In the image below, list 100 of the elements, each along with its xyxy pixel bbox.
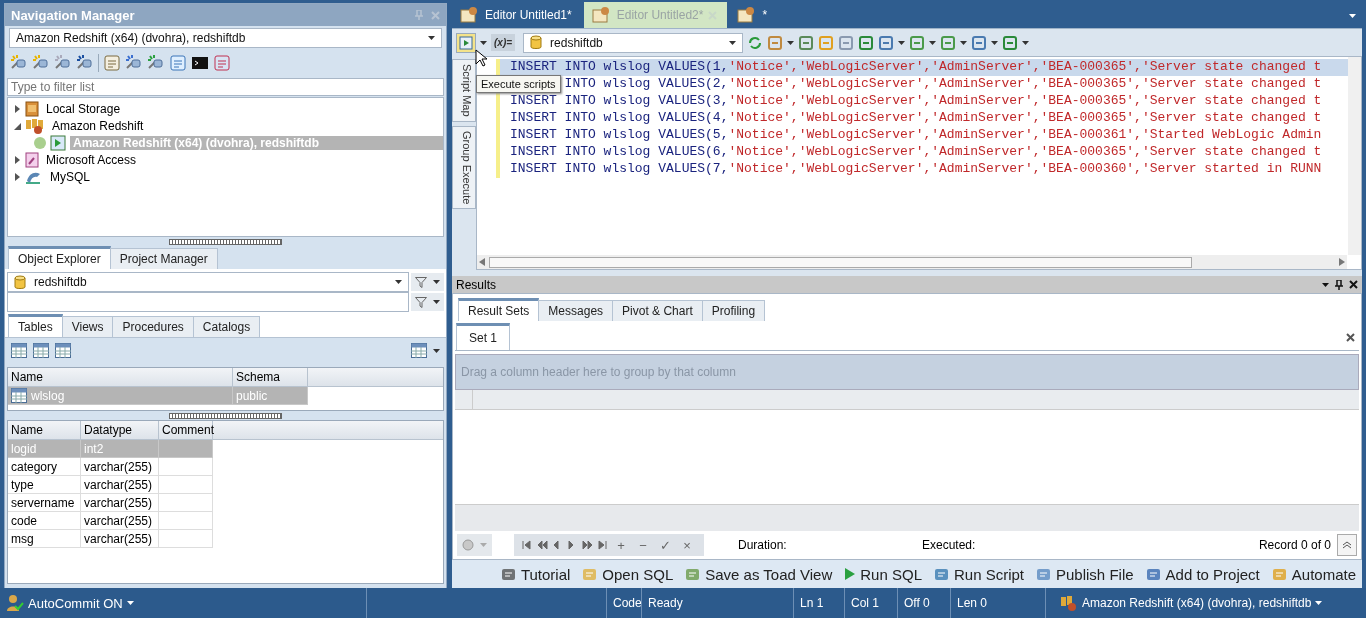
toolbar-button[interactable]: Add to Project [1145,565,1260,583]
grid-view-icon[interactable] [411,343,427,358]
connection-dropdown[interactable]: Amazon Redshift (x64) (dvohra), redshiftdb [9,28,442,48]
scrollbar-thumb[interactable] [489,256,1192,268]
column-header[interactable]: Schema [233,368,308,386]
table-cell: varchar(255) [84,530,153,547]
tab[interactable]: Set 1 [456,323,511,350]
tab[interactable]: Tables [8,314,63,337]
database-dropdown[interactable]: redshiftdb [523,32,744,53]
caret-icon [395,280,402,284]
table-cell: varchar(255) [84,458,153,475]
close-icon[interactable] [1349,280,1358,289]
collapse-icon[interactable] [14,121,21,130]
scroll-left-icon[interactable] [479,258,485,266]
table-cell: public [236,387,268,404]
grid-edit-button[interactable]: ✓ [656,537,674,553]
toolbar-button[interactable]: Publish File [1036,565,1134,583]
first-icon[interactable] [522,540,533,550]
splitter-handle[interactable] [169,238,282,245]
caret-icon [433,280,440,284]
grid-edit-button[interactable]: − [634,537,652,553]
expand-icon[interactable] [14,155,21,164]
next-page-icon[interactable] [582,540,593,550]
toolbar-button[interactable]: Open SQL [582,565,674,583]
table-row[interactable]: code varchar(255) [8,512,213,530]
server-group-icon [25,117,45,134]
previous-page-icon[interactable] [537,540,548,550]
caret-icon [929,40,937,45]
grid-edit-button[interactable]: × [678,537,696,553]
drop-table-icon[interactable] [55,343,71,358]
editor-tab[interactable]: Editor Untitled1* [452,2,582,28]
toolbar-button[interactable]: Run Script [934,565,1024,583]
column-header[interactable]: Name [8,368,233,386]
tooltip: Execute scripts [476,75,561,93]
table-cell: code [11,512,38,529]
close-icon[interactable] [1346,333,1355,342]
tab[interactable]: Result Sets [458,298,540,321]
new-table-icon[interactable] [11,343,27,358]
object-filter-field[interactable] [7,292,409,312]
properties-icon[interactable] [103,54,121,72]
tab[interactable]: Pivot & Chart [612,300,703,321]
column-header[interactable]: Comment [159,421,213,439]
tab[interactable]: Views [61,316,114,337]
filter-icon[interactable] [415,296,427,308]
tab[interactable]: Project Manager [109,248,218,269]
scroll-right-icon[interactable] [1339,258,1345,266]
record-count: Record 0 of 0 [1258,538,1331,552]
tab[interactable]: Object Explorer [8,246,111,269]
caret-icon [991,40,999,45]
tab[interactable]: Procedures [112,316,194,337]
toolbar-button[interactable]: Run SQL [844,565,922,583]
filter-icon[interactable] [415,276,427,288]
splitter-handle[interactable] [169,412,282,419]
table-cell: type [11,476,34,493]
collapse-button[interactable] [1337,534,1357,556]
table-row[interactable]: category varchar(255) [8,458,213,476]
filter-button[interactable] [411,273,444,291]
table-row[interactable]: msg varchar(255) [8,530,213,548]
last-icon[interactable] [597,540,608,550]
expand-icon[interactable] [14,172,21,181]
executed-label: Executed: [922,538,977,552]
tab[interactable]: Catalogs [192,316,261,337]
table-cell: servername [11,494,75,511]
column-header[interactable]: Name [8,421,81,439]
new-table-icon[interactable] [33,343,49,358]
pin-icon[interactable] [1335,279,1343,290]
caret-icon [729,40,737,45]
filter-button[interactable] [411,293,444,311]
toolbar-button[interactable]: Automate [1271,565,1356,583]
toolbar-button[interactable]: Tutorial [500,565,571,583]
refresh-icon[interactable] [747,34,764,51]
side-tab[interactable]: Group Execute [452,125,476,209]
variables-button[interactable]: (x)= [491,34,516,51]
editor-tab[interactable]: * [729,2,778,28]
vertical-scrollbar[interactable] [1348,57,1361,255]
filter-field[interactable]: Type to filter list [7,78,444,96]
database-dropdown[interactable]: redshiftdb [7,272,409,292]
tree-item[interactable]: Microsoft Access [43,152,140,167]
side-tab[interactable]: Script Map [452,59,476,122]
tree-item[interactable]: Amazon Redshift [49,118,147,133]
tree-item[interactable]: MySQL [47,169,93,184]
toolbar-button[interactable]: Save as Toad View [685,565,833,583]
expand-icon[interactable] [14,104,21,113]
caret-icon[interactable] [433,348,440,353]
connection-icon [50,134,66,151]
editor-icon [460,6,480,24]
table-cell: msg [11,530,34,547]
column-header[interactable]: Datatype [81,421,159,439]
status-field: Ln 1 [800,596,824,610]
table-row[interactable]: type varchar(255) [8,476,213,494]
connection-menu[interactable]: Amazon Redshift (x64) (dvohra), redshiftdb [1060,595,1323,611]
grid-edit-button[interactable]: + [612,537,630,553]
autocommit-menu[interactable]: AutoCommit ON [0,594,366,612]
execute-script-icon[interactable] [459,35,473,50]
table-row[interactable]: servername varchar(255) [8,494,213,512]
tab[interactable]: Messages [538,300,614,321]
tab[interactable]: Profiling [701,300,766,321]
console-icon[interactable] [191,54,209,72]
tree-item[interactable]: Local Storage [43,101,124,116]
caret-icon [1349,14,1356,18]
